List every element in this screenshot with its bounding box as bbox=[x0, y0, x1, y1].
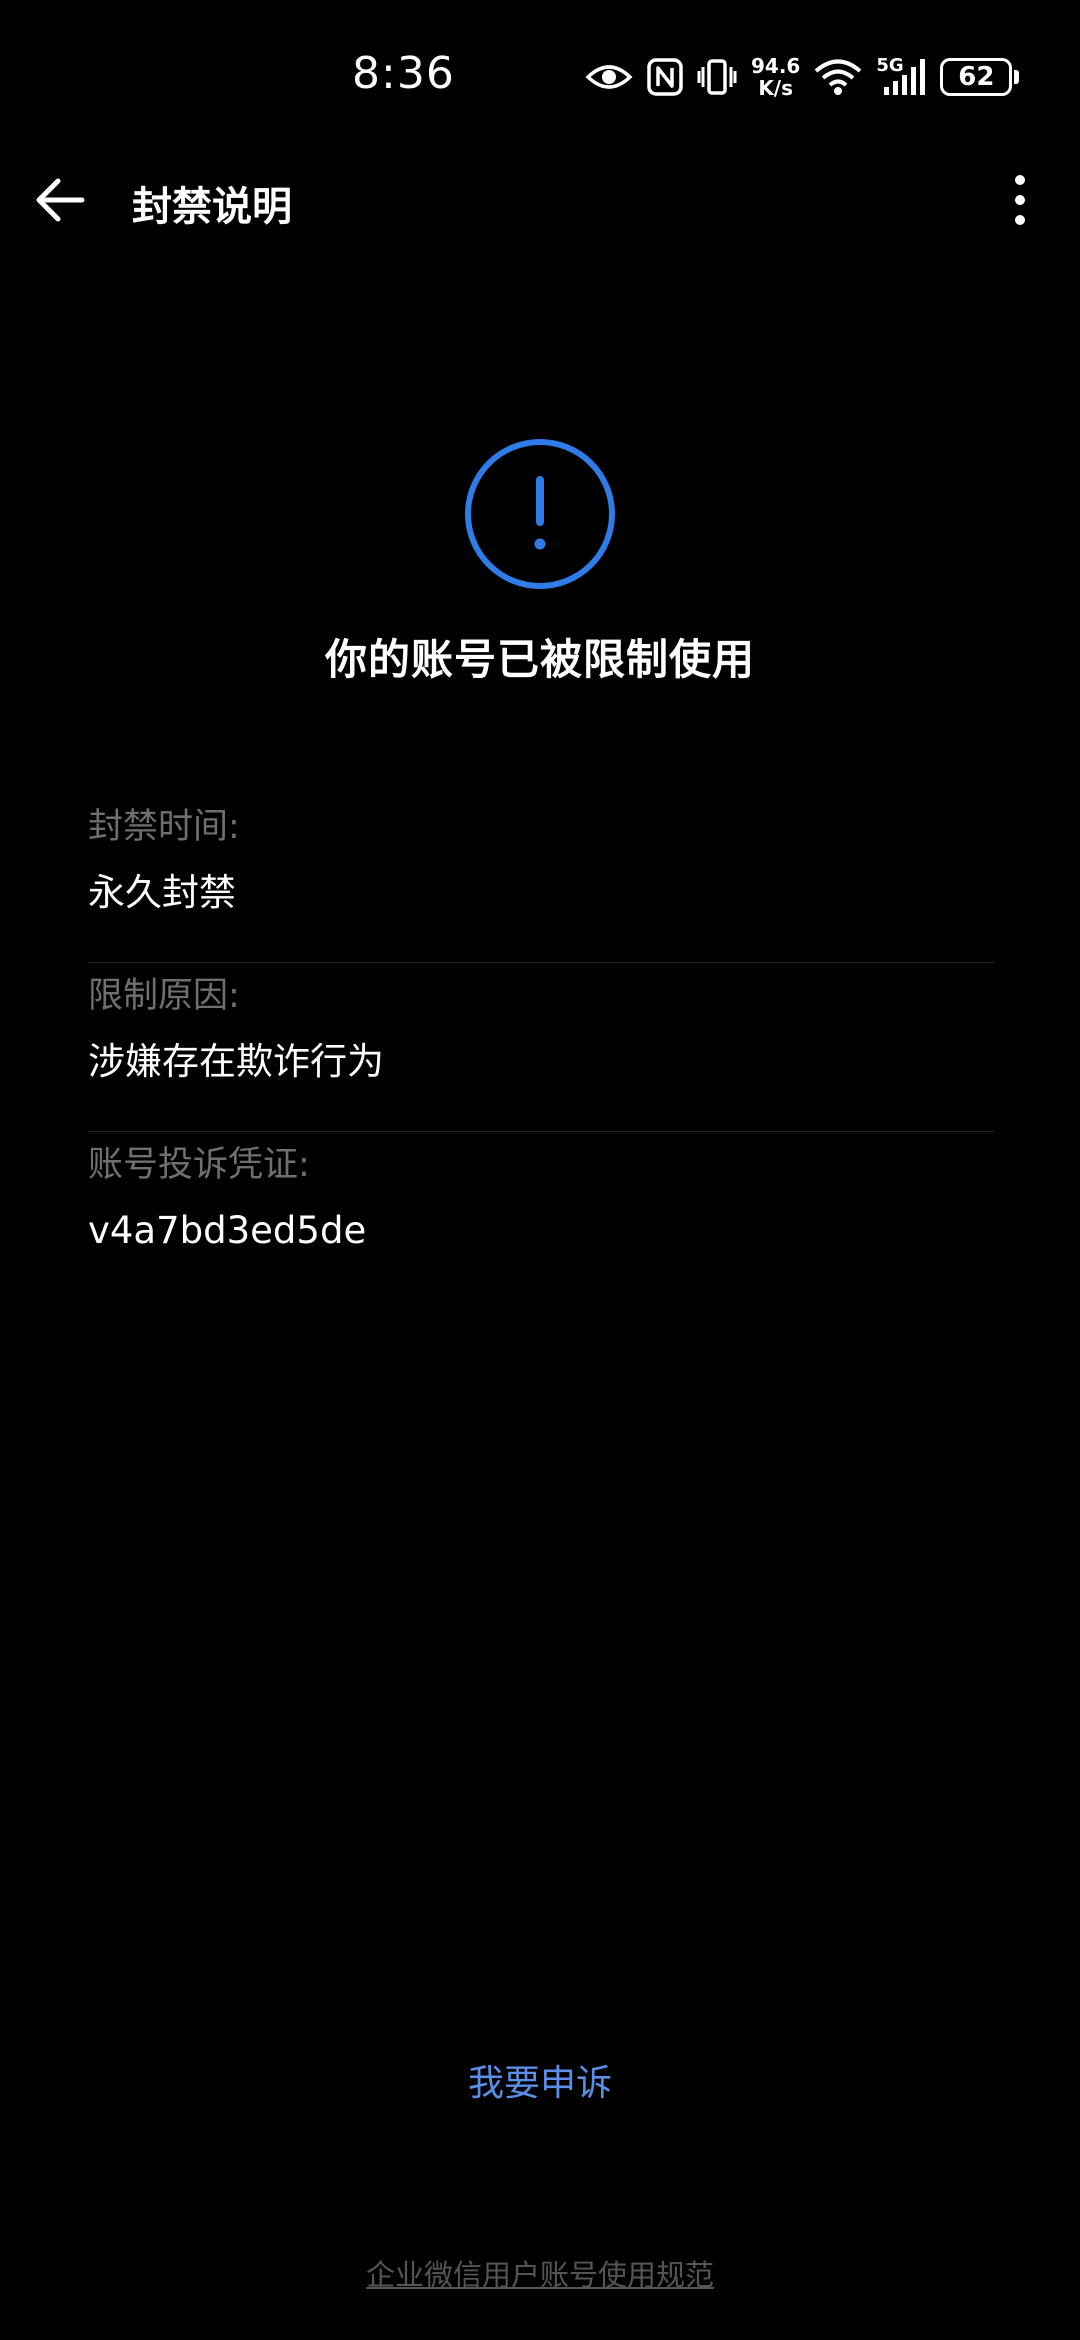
info-item-complaint-id: 账号投诉凭证: v4a7bd3ed5de bbox=[88, 1132, 994, 1301]
restriction-headline: 你的账号已被限制使用 bbox=[324, 635, 755, 684]
info-item-ban-time: 封禁时间: 永久封禁 bbox=[88, 794, 994, 963]
battery-tip bbox=[1014, 70, 1020, 84]
status-icons: 94.6 K/s 5G 62 bbox=[585, 52, 1020, 102]
battery-level: 62 bbox=[958, 62, 995, 92]
info-value: v4a7bd3ed5de bbox=[88, 1209, 367, 1252]
status-bar: 8:36 94.6 K/s 5G 62 bbox=[0, 0, 1080, 150]
info-value: 涉嫌存在欺诈行为 bbox=[88, 1040, 384, 1083]
arrow-left-icon bbox=[36, 178, 85, 222]
vibrate-icon bbox=[697, 58, 737, 96]
net-speed-unit: K/s bbox=[758, 76, 794, 100]
signal-icon: 5G bbox=[876, 55, 926, 97]
eye-comfort-icon bbox=[585, 61, 633, 93]
page-title: 封禁说明 bbox=[132, 184, 292, 230]
info-list: 封禁时间: 永久封禁 限制原因: 涉嫌存在欺诈行为 账号投诉凭证: v4a7bd… bbox=[88, 794, 994, 1301]
info-item-reason: 限制原因: 涉嫌存在欺诈行为 bbox=[88, 963, 994, 1132]
wifi-icon bbox=[814, 58, 862, 96]
back-button[interactable] bbox=[30, 170, 90, 230]
info-label: 封禁时间: bbox=[88, 807, 240, 847]
info-label: 限制原因: bbox=[88, 976, 240, 1016]
nfc-icon bbox=[647, 58, 683, 96]
info-label: 账号投诉凭证: bbox=[88, 1145, 310, 1185]
more-options-button[interactable] bbox=[1000, 168, 1040, 232]
battery-icon: 62 bbox=[940, 58, 1013, 96]
info-value: 永久封禁 bbox=[88, 871, 236, 914]
battery-indicator: 62 bbox=[940, 58, 1020, 96]
status-time: 8:36 bbox=[352, 48, 455, 99]
net-speed-value: 94.6 bbox=[751, 54, 801, 78]
more-vertical-icon bbox=[1015, 175, 1025, 225]
net-speed: 94.6 K/s bbox=[751, 55, 800, 99]
appeal-button[interactable]: 我要申诉 bbox=[0, 2054, 1080, 2106]
policy-link[interactable]: 企业微信用户账号使用规范 bbox=[0, 2252, 1080, 2294]
warning-icon bbox=[464, 438, 616, 590]
app-bar: 封禁说明 bbox=[0, 150, 1080, 250]
